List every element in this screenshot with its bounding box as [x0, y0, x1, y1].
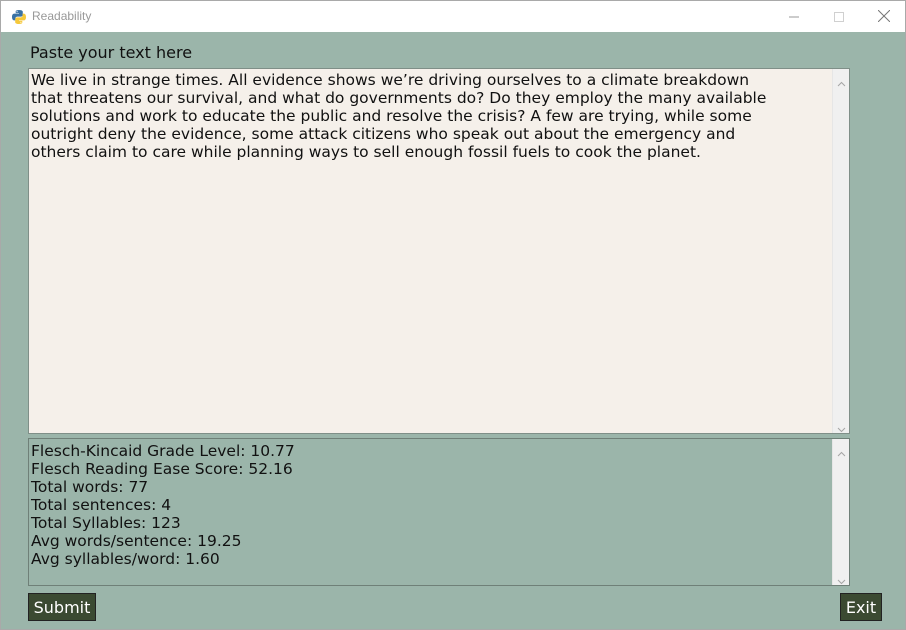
result-line: Total sentences: 4 [31, 496, 172, 514]
app-window: Readability Paste your text here We live… [0, 0, 906, 630]
scroll-up-icon[interactable] [837, 74, 846, 87]
title-bar[interactable]: Readability [1, 1, 905, 32]
input-text[interactable]: We live in strange times. All evidence s… [31, 71, 831, 161]
python-logo-icon [11, 9, 27, 25]
scroll-down-icon[interactable] [837, 419, 846, 433]
text-input-area[interactable]: We live in strange times. All evidence s… [28, 68, 850, 434]
close-button[interactable] [861, 1, 906, 32]
maximize-icon [834, 7, 844, 26]
results-scrollbar[interactable] [832, 439, 849, 585]
maximize-button[interactable] [816, 1, 862, 32]
result-line: Total Syllables: 123 [31, 514, 181, 532]
submit-button[interactable]: Submit [28, 593, 96, 621]
scroll-up-icon[interactable] [837, 444, 846, 457]
result-line: Avg syllables/word: 1.60 [31, 550, 220, 568]
result-line: Avg words/sentence: 19.25 [31, 532, 242, 550]
minimize-icon [789, 7, 799, 26]
result-line: Flesch-Kincaid Grade Level: 10.77 [31, 442, 295, 460]
prompt-label: Paste your text here [30, 43, 193, 62]
result-line: Total words: 77 [31, 478, 149, 496]
window-title: Readability [32, 9, 92, 23]
exit-button[interactable]: Exit [840, 593, 882, 621]
close-icon [877, 7, 891, 26]
result-line: Flesch Reading Ease Score: 52.16 [31, 460, 293, 478]
scroll-down-icon[interactable] [837, 571, 846, 585]
results-list: Flesch-Kincaid Grade Level: 10.77 Flesch… [31, 442, 295, 568]
input-scrollbar[interactable] [832, 69, 849, 433]
minimize-button[interactable] [771, 1, 817, 32]
results-area: Flesch-Kincaid Grade Level: 10.77 Flesch… [28, 438, 850, 586]
